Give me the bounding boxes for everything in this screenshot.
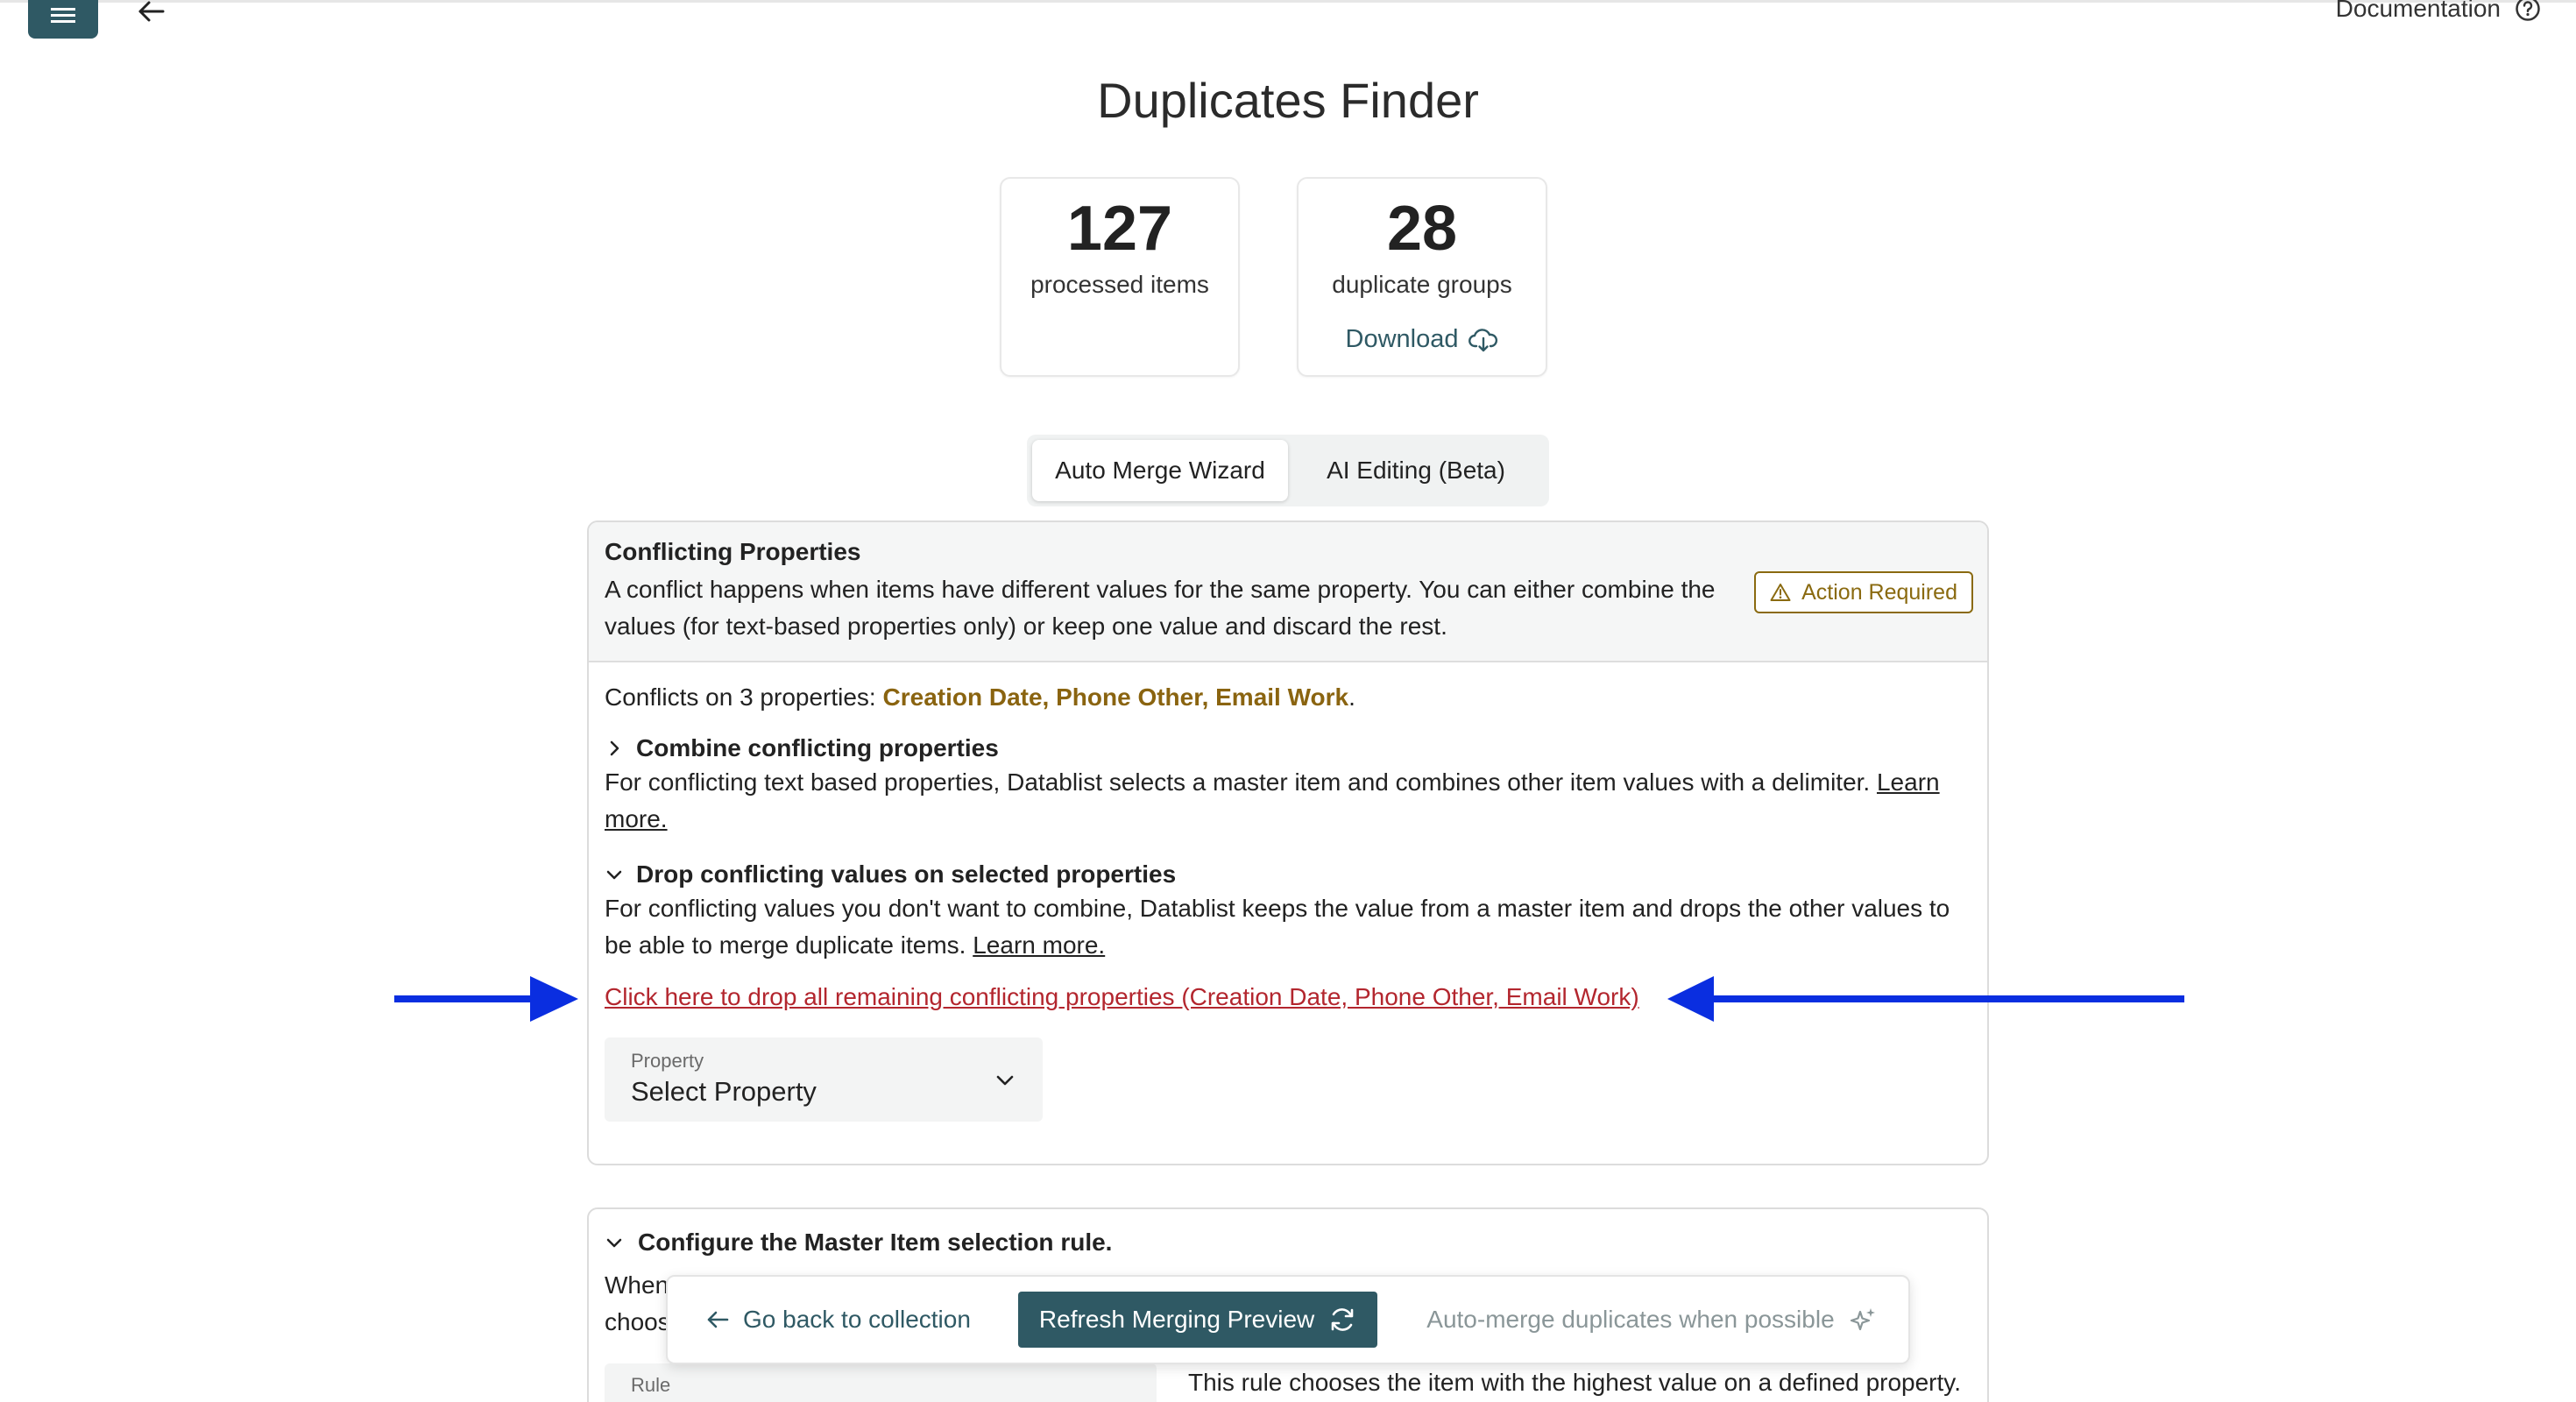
rule-description: This rule chooses the item with the high… bbox=[1188, 1369, 1961, 1396]
drop-all-conflicts-link[interactable]: Click here to drop all remaining conflic… bbox=[605, 983, 1639, 1011]
rule-select[interactable]: Rule bbox=[605, 1363, 1157, 1402]
processed-label: processed items bbox=[1030, 271, 1209, 299]
menu-icon bbox=[51, 8, 75, 23]
documentation-label: Documentation bbox=[2335, 0, 2501, 22]
refresh-icon bbox=[1331, 1308, 1354, 1331]
chevron-down-icon bbox=[606, 870, 622, 880]
arrow-left-icon bbox=[707, 1311, 729, 1328]
blue-arrow-right bbox=[394, 976, 578, 1022]
panel-title: Conflicting Properties bbox=[605, 538, 861, 565]
refresh-preview-button[interactable]: Refresh Merging Preview bbox=[1017, 1292, 1378, 1348]
property-select-label: Property bbox=[631, 1050, 704, 1072]
blue-arrow-left bbox=[1667, 976, 2184, 1022]
download-label: Download bbox=[1345, 325, 1459, 354]
floating-action-bar: Go back to collection Refresh Merging Pr… bbox=[666, 1275, 1910, 1364]
master-section-toggle[interactable]: Configure the Master Item selection rule… bbox=[605, 1229, 1112, 1257]
go-back-label: Go back to collection bbox=[743, 1306, 971, 1333]
duplicate-groups-card: 28 duplicate groups Download bbox=[1297, 177, 1547, 377]
menu-button[interactable] bbox=[28, 0, 98, 39]
sparkles-icon bbox=[1850, 1308, 1875, 1331]
mode-tabs: Auto Merge Wizard AI Editing (Beta) bbox=[1027, 435, 1549, 506]
go-back-button[interactable]: Go back to collection bbox=[687, 1306, 990, 1334]
groups-count: 28 bbox=[1386, 194, 1458, 264]
download-button[interactable]: Download bbox=[1346, 325, 1499, 354]
panel-body: Conflicts on 3 properties: Creation Date… bbox=[589, 662, 1987, 1137]
conflicts-summary: Conflicts on 3 properties: Creation Date… bbox=[605, 683, 1971, 712]
panel-description: A conflict happens when items have diffe… bbox=[605, 576, 1716, 640]
back-button[interactable] bbox=[131, 0, 170, 25]
documentation-link[interactable]: Documentation bbox=[2336, 0, 2541, 23]
property-select-value: Select Property bbox=[631, 1076, 817, 1107]
conflicting-properties-panel: Conflicting Properties A conflict happen… bbox=[587, 520, 1989, 1165]
chevron-right-icon bbox=[610, 740, 619, 756]
tab-ai-editing[interactable]: AI Editing (Beta) bbox=[1288, 440, 1544, 501]
top-border bbox=[0, 0, 2576, 3]
action-required-badge: Action Required bbox=[1754, 571, 1973, 613]
chevron-down-icon bbox=[606, 1238, 622, 1248]
master-title: Configure the Master Item selection rule… bbox=[638, 1229, 1113, 1256]
combine-text: For conflicting text based properties, D… bbox=[605, 768, 1877, 796]
combine-title: Combine conflicting properties bbox=[636, 734, 999, 761]
rule-select-label: Rule bbox=[631, 1374, 671, 1396]
conflicts-list: Creation Date, Phone Other, Email Work bbox=[882, 683, 1349, 711]
conflicts-suffix: . bbox=[1348, 683, 1355, 711]
drop-description: For conflicting values you don't want to… bbox=[605, 890, 1971, 964]
drop-section-toggle[interactable]: Drop conflicting values on selected prop… bbox=[605, 860, 1971, 889]
auto-merge-label: Auto-merge duplicates when possible bbox=[1426, 1306, 1835, 1333]
combine-section-toggle[interactable]: Combine conflicting properties bbox=[605, 734, 1971, 762]
drop-title: Drop conflicting values on selected prop… bbox=[636, 860, 1177, 888]
arrow-left-icon bbox=[138, 1, 165, 22]
auto-merge-button[interactable]: Auto-merge duplicates when possible bbox=[1426, 1306, 1876, 1334]
processed-count: 127 bbox=[1066, 194, 1173, 264]
drop-text: For conflicting values you don't want to… bbox=[605, 895, 1950, 959]
combine-description: For conflicting text based properties, D… bbox=[605, 764, 1971, 838]
groups-label: duplicate groups bbox=[1332, 271, 1512, 299]
conflicts-prefix: Conflicts on 3 properties: bbox=[605, 683, 883, 711]
warning-triangle-icon bbox=[1770, 584, 1791, 601]
cloud-download-icon bbox=[1468, 328, 1498, 351]
processed-items-card: 127 processed items bbox=[1000, 177, 1240, 377]
help-circle-icon bbox=[2516, 0, 2540, 21]
property-select[interactable]: Property Select Property bbox=[605, 1037, 1043, 1122]
panel-header: Conflicting Properties A conflict happen… bbox=[589, 522, 1987, 662]
tab-auto-merge-wizard[interactable]: Auto Merge Wizard bbox=[1032, 440, 1288, 501]
badge-label: Action Required bbox=[1801, 579, 1957, 605]
refresh-label: Refresh Merging Preview bbox=[1038, 1306, 1315, 1333]
chevron-down-icon bbox=[996, 1075, 1014, 1086]
page-title: Duplicates Finder bbox=[1097, 73, 1479, 128]
drop-learn-more-link[interactable]: Learn more. bbox=[973, 931, 1105, 959]
